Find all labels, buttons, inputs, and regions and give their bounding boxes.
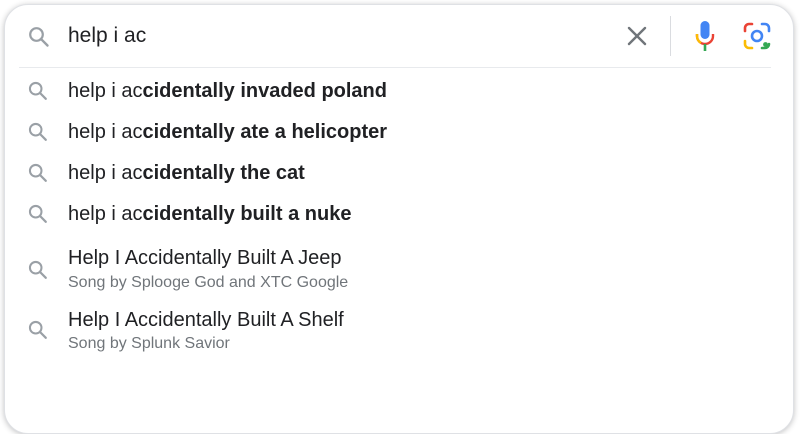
rich-suggestion-subtitle: Song by Splunk Savior	[68, 335, 230, 352]
rich-suggestion-item[interactable]: Help I Accidentally Built A Shelf Song b…	[5, 301, 793, 361]
search-input[interactable]: help i ac	[68, 22, 146, 50]
rich-suggestion-title: Help I Accidentally Built A Jeep	[68, 247, 342, 269]
rich-suggestion-title: Help I Accidentally Built A Shelf	[68, 309, 344, 331]
search-box: help i ac help i accidentally invaded po…	[4, 4, 794, 434]
search-icon	[28, 204, 47, 223]
suggestion-prefix: help i ac	[68, 162, 143, 184]
search-icon	[28, 122, 47, 141]
suggestion-prefix: help i ac	[68, 203, 143, 225]
google-lens-icon[interactable]	[741, 20, 773, 52]
search-icon	[28, 81, 47, 100]
suggestion-prefix: help i ac	[68, 80, 143, 102]
search-input-row[interactable]: help i ac	[5, 5, 793, 67]
suggestion-item[interactable]: help i accidentally ate a helicopter	[5, 112, 793, 153]
rich-suggestion-item[interactable]: Help I Accidentally Built A Jeep Song by…	[5, 241, 793, 301]
suggestion-completion: cidentally the cat	[142, 162, 305, 184]
suggestion-text: help i accidentally ate a helicopter	[68, 120, 387, 144]
divider	[670, 16, 671, 56]
suggestion-item[interactable]: help i accidentally the cat	[5, 153, 793, 194]
suggestion-item[interactable]: help i accidentally invaded poland	[5, 71, 793, 112]
close-icon[interactable]	[623, 22, 651, 50]
suggestion-completion: cidentally ate a helicopter	[142, 121, 388, 143]
microphone-icon[interactable]	[691, 19, 719, 53]
divider	[19, 67, 771, 68]
search-icon	[28, 163, 47, 182]
suggestion-text: help i accidentally built a nuke	[68, 202, 351, 226]
search-icon	[28, 260, 47, 279]
search-icon	[29, 27, 49, 47]
suggestion-text: help i accidentally the cat	[68, 161, 305, 185]
suggestion-prefix: help i ac	[68, 121, 143, 143]
suggestion-completion: cidentally invaded poland	[142, 80, 388, 102]
search-icon	[28, 320, 47, 339]
suggestion-completion: cidentally built a nuke	[142, 203, 352, 225]
rich-suggestion-subtitle: Song by Splooge God and XTC Google	[68, 274, 349, 291]
suggestion-text: help i accidentally invaded poland	[68, 79, 387, 103]
suggestion-item[interactable]: help i accidentally built a nuke	[5, 194, 793, 235]
